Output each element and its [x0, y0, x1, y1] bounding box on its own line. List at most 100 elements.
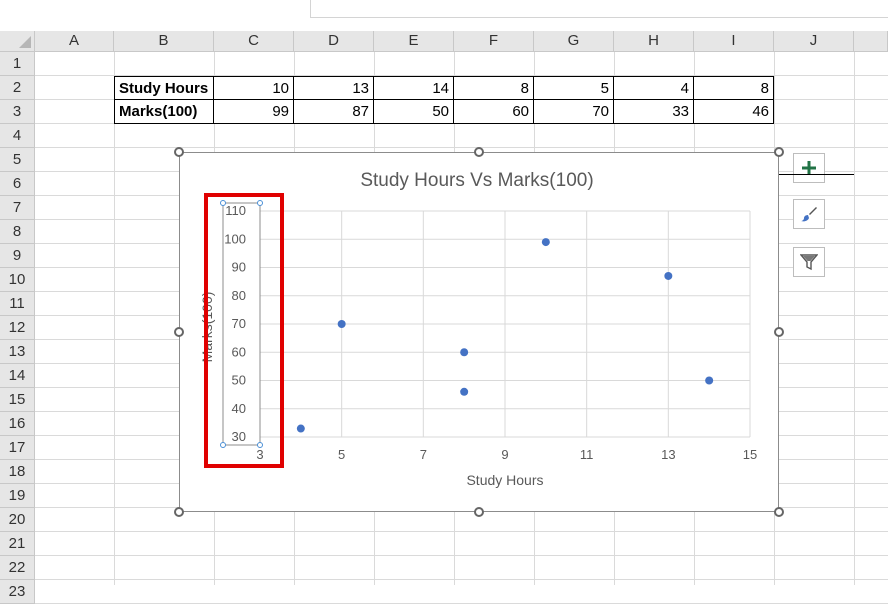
- row-header-22[interactable]: 22: [0, 556, 35, 580]
- axis-handle[interactable]: [220, 200, 226, 206]
- y-axis-title[interactable]: Marks(100): [199, 292, 215, 363]
- row-header-3[interactable]: 3: [0, 100, 35, 124]
- x-tick-label: 15: [743, 447, 757, 462]
- chart-svg: Study Hours Vs Marks(100) 3 5 7 9 11 13 15 110…: [199, 170, 757, 488]
- row-header-13[interactable]: 13: [0, 340, 35, 364]
- select-all-corner[interactable]: [0, 31, 35, 52]
- row-header-23[interactable]: 23: [0, 580, 35, 604]
- row-header-19[interactable]: 19: [0, 484, 35, 508]
- data-point[interactable]: [460, 387, 469, 396]
- row-header-21[interactable]: 21: [0, 532, 35, 556]
- marks-cell[interactable]: 99: [214, 100, 294, 124]
- y-tick-label: 80: [232, 288, 246, 303]
- formula-bar-area[interactable]: [310, 0, 888, 18]
- row-header-10[interactable]: 10: [0, 268, 35, 292]
- chart-resize-handle-sw[interactable]: [174, 507, 184, 517]
- stray-line: [779, 174, 854, 175]
- marks-cell[interactable]: 87: [294, 100, 374, 124]
- x-tick-label: 13: [661, 447, 675, 462]
- y-tick-label: 100: [224, 231, 246, 246]
- row-header-7[interactable]: 7: [0, 196, 35, 220]
- row-header-8[interactable]: 8: [0, 220, 35, 244]
- marks-cell[interactable]: 50: [374, 100, 454, 124]
- x-tick-label: 5: [338, 447, 345, 462]
- row-header-6[interactable]: 6: [0, 172, 35, 196]
- chart-resize-handle-nw[interactable]: [174, 147, 184, 157]
- y-tick-label: 110: [225, 203, 246, 218]
- data-point[interactable]: [296, 424, 305, 433]
- study-hours-cell[interactable]: 5: [534, 76, 614, 100]
- row-header-11[interactable]: 11: [0, 292, 35, 316]
- chart-styles-button[interactable]: [793, 199, 825, 229]
- column-header-g[interactable]: G: [534, 31, 614, 52]
- column-header-b[interactable]: B: [114, 31, 214, 52]
- x-axis-title[interactable]: Study Hours: [466, 472, 543, 488]
- data-point[interactable]: [705, 376, 714, 385]
- marks-cell[interactable]: 33: [614, 100, 694, 124]
- data-point[interactable]: [541, 238, 550, 247]
- column-header-d[interactable]: D: [294, 31, 374, 52]
- row-header-17[interactable]: 17: [0, 436, 35, 460]
- gridline-horizontal: [35, 579, 888, 580]
- row-header-1[interactable]: 1: [0, 52, 35, 76]
- row-header-12[interactable]: 12: [0, 316, 35, 340]
- x-tick-labels: 3 5 7 9 11 13 15: [256, 447, 757, 462]
- y-tick-label: 90: [232, 260, 246, 275]
- chart-resize-handle-ne[interactable]: [774, 147, 784, 157]
- column-header-c[interactable]: C: [214, 31, 294, 52]
- row-label-marks[interactable]: Marks(100): [114, 100, 214, 124]
- marks-cell[interactable]: 70: [534, 100, 614, 124]
- row-header-5[interactable]: 5: [0, 148, 35, 172]
- study-hours-cell[interactable]: 14: [374, 76, 454, 100]
- row-header-2[interactable]: 2: [0, 76, 35, 100]
- column-header-a[interactable]: A: [35, 31, 114, 52]
- row-header-18[interactable]: 18: [0, 460, 35, 484]
- study-hours-cell[interactable]: 13: [294, 76, 374, 100]
- row-label-study-hours[interactable]: Study Hours: [114, 76, 214, 100]
- chart-title[interactable]: Study Hours Vs Marks(100): [360, 170, 593, 191]
- row-header-16[interactable]: 16: [0, 412, 35, 436]
- chart-gridlines: [259, 210, 751, 438]
- row-header-15[interactable]: 15: [0, 388, 35, 412]
- study-hours-cell[interactable]: 10: [214, 76, 294, 100]
- row-header-20[interactable]: 20: [0, 508, 35, 532]
- marks-cell[interactable]: 46: [694, 100, 774, 124]
- y-tick-labels: 110 100 90 80 70 60 50 40 30: [224, 203, 246, 444]
- chart-resize-handle-se[interactable]: [774, 507, 784, 517]
- y-tick-label: 60: [232, 344, 246, 359]
- chart-resize-handle-n[interactable]: [474, 147, 484, 157]
- study-hours-cell[interactable]: 8: [694, 76, 774, 100]
- study-hours-cell[interactable]: 4: [614, 76, 694, 100]
- column-header-e[interactable]: E: [374, 31, 454, 52]
- marks-cell[interactable]: 60: [454, 100, 534, 124]
- column-header-j[interactable]: J: [774, 31, 854, 52]
- column-header-h[interactable]: H: [614, 31, 694, 52]
- chart-resize-handle-s[interactable]: [474, 507, 484, 517]
- scatter-chart[interactable]: Study Hours Vs Marks(100) 3 5 7 9 11 13 15 110…: [179, 152, 779, 512]
- gridline-horizontal: [35, 555, 888, 556]
- chart-filters-button[interactable]: [793, 247, 825, 277]
- x-tick-label: 3: [256, 447, 263, 462]
- chart-resize-handle-e[interactable]: [774, 327, 784, 337]
- row-header-9[interactable]: 9: [0, 244, 35, 268]
- axis-handle[interactable]: [257, 442, 263, 448]
- y-tick-label: 50: [232, 373, 246, 388]
- filter-icon: [800, 254, 818, 271]
- data-point[interactable]: [664, 271, 673, 280]
- column-header-k-partial[interactable]: [854, 31, 888, 52]
- chart-resize-handle-w[interactable]: [174, 327, 184, 337]
- column-header-i[interactable]: I: [694, 31, 774, 52]
- data-point[interactable]: [337, 320, 346, 328]
- gridline-horizontal: [35, 531, 888, 532]
- study-hours-cell[interactable]: 8: [454, 76, 534, 100]
- chart-elements-button[interactable]: [793, 153, 825, 183]
- row-header-4[interactable]: 4: [0, 124, 35, 148]
- y-tick-label: 70: [232, 316, 246, 331]
- row-header-14[interactable]: 14: [0, 364, 35, 388]
- axis-handle[interactable]: [220, 442, 226, 448]
- x-tick-label: 9: [501, 447, 508, 462]
- axis-handle[interactable]: [257, 200, 263, 206]
- data-point[interactable]: [460, 348, 469, 357]
- column-header-f[interactable]: F: [454, 31, 534, 52]
- gridline-horizontal: [35, 147, 888, 148]
